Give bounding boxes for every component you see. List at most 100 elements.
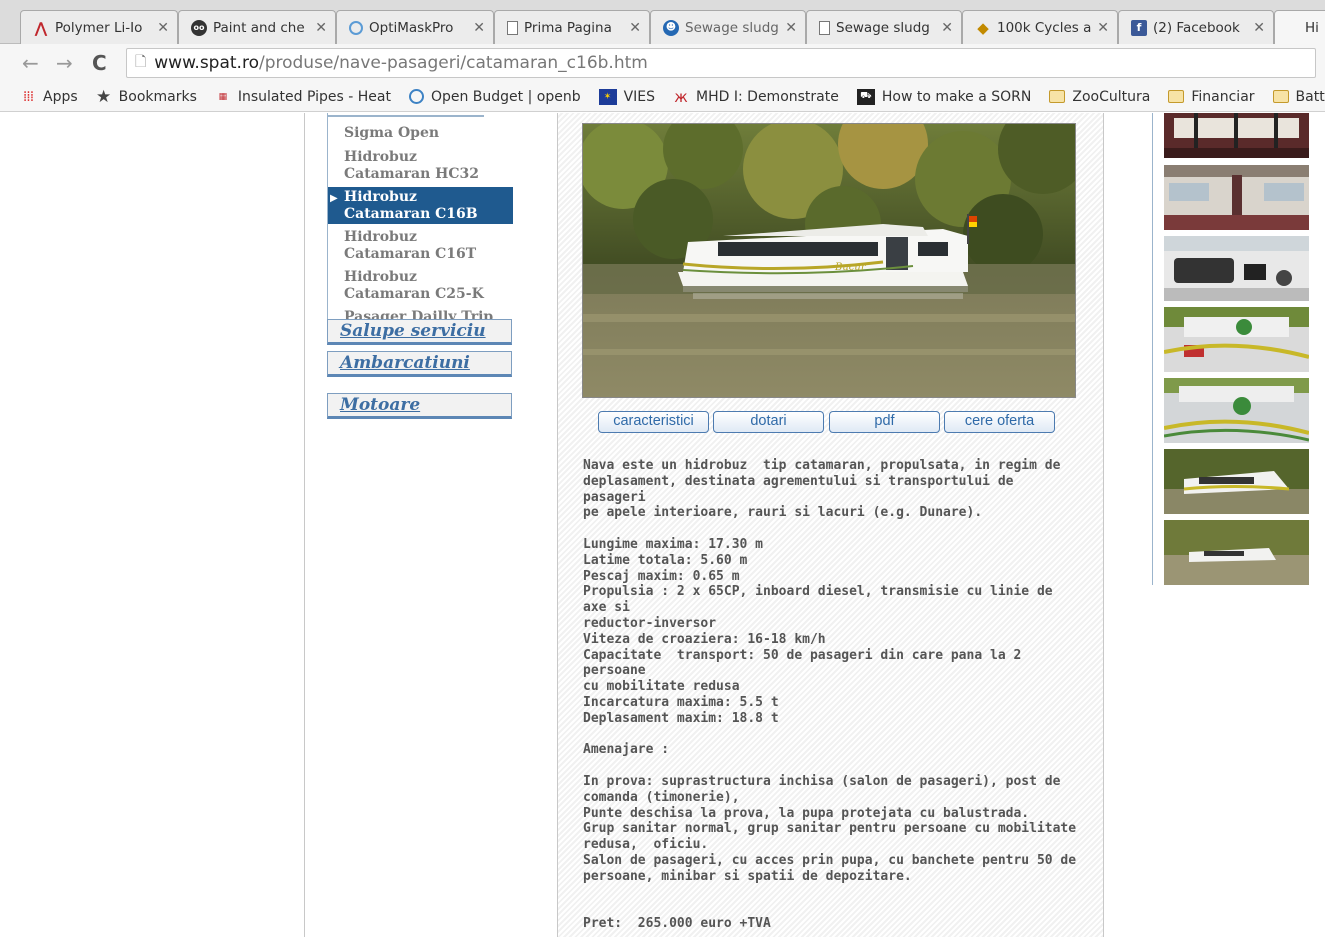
web-page: Sigma Open Hidrobuz Catamaran HC32 Hidro…	[0, 113, 1325, 937]
tab-title: Prima Pagina	[524, 19, 612, 36]
car-icon: ⛟	[856, 88, 875, 105]
page-icon	[819, 20, 830, 35]
facebook-icon: f	[1131, 19, 1147, 36]
thumbnail-5[interactable]	[1164, 449, 1309, 514]
back-arrow-icon[interactable]: ←	[22, 51, 39, 75]
category-ambarcatiuni[interactable]: Ambarcatiuni	[327, 351, 512, 377]
tab-0[interactable]: ⋀ Polymer Li-Io ✕	[20, 10, 178, 44]
thumbnail-1[interactable]	[1164, 165, 1309, 230]
bookmark-label: Insulated Pipes - Heat	[237, 88, 391, 105]
product-submenu: Sigma Open Hidrobuz Catamaran HC32 Hidro…	[327, 113, 513, 327]
close-icon[interactable]: ✕	[315, 20, 327, 36]
bookmark-label: Apps	[43, 88, 78, 105]
glasses-icon: oo	[191, 19, 207, 36]
tab-pdf[interactable]: pdf	[829, 411, 940, 433]
boat-name-lettering: Bucur	[834, 262, 867, 273]
bookmark-label: Bookmarks	[118, 88, 197, 105]
bookmark-label: How to make a SORN	[881, 88, 1032, 105]
bookmark-open-budget[interactable]: Open Budget | openb	[408, 88, 581, 105]
divider	[557, 113, 558, 937]
tab-3[interactable]: Prima Pagina ✕	[494, 10, 650, 44]
category-motoare[interactable]: Motoare	[327, 393, 512, 419]
boat-photo: Bucur	[582, 123, 1076, 398]
tab-cere-oferta[interactable]: cere oferta	[944, 411, 1055, 433]
close-icon[interactable]: ✕	[473, 20, 485, 36]
address-bar[interactable]: 🗋 www.spat.ro /produse/nave-pasageri/cat…	[126, 48, 1316, 78]
eu-flag-icon: ✶	[598, 88, 617, 105]
submenu-item-c16b-active[interactable]: Hidrobuz Catamaran C16B	[328, 187, 513, 224]
tab-strip: ⋀ Polymer Li-Io ✕ oo Paint and che ✕ Opt…	[0, 0, 1325, 44]
tab-title: Paint and che	[213, 19, 305, 36]
tab-title: Sewage sludg	[685, 19, 779, 36]
tab-title: (2) Facebook	[1153, 19, 1240, 36]
divider	[1103, 113, 1104, 937]
reload-icon[interactable]: C	[92, 51, 107, 75]
bookmark-battery-stuff[interactable]: Battery Stuff	[1272, 88, 1325, 105]
apps-grid-icon: ⁞⁞⁞	[22, 88, 34, 105]
tab-title: OptiMaskPro	[369, 19, 454, 36]
close-icon[interactable]: ✕	[1097, 20, 1109, 36]
submenu-item-hc32[interactable]: Hidrobuz Catamaran HC32	[328, 147, 513, 184]
pdf-red-icon: ⋀	[34, 18, 48, 37]
tab-5[interactable]: Sewage sludg ✕	[806, 10, 962, 44]
url-host: www.spat.ro	[154, 53, 259, 73]
bookmark-label: Open Budget | openb	[430, 88, 581, 105]
bookmarks-bar: ⁞⁞⁞ Apps ★ Bookmarks ▦ Insulated Pipes -…	[0, 82, 1325, 112]
bookmark-label: ZooCultura	[1072, 88, 1151, 105]
thumbnail-6[interactable]	[1164, 520, 1309, 585]
thumbnail-strip	[1152, 113, 1312, 585]
optimask-icon	[349, 20, 363, 35]
toolbox-icon: ▦	[218, 91, 228, 102]
tab-2[interactable]: OptiMaskPro ✕	[336, 10, 494, 44]
page-icon	[507, 20, 518, 35]
submenu-item-c16t[interactable]: Hidrobuz Catamaran C16T	[328, 227, 513, 264]
tab-8-active[interactable]: Hi	[1274, 10, 1325, 44]
tab-1[interactable]: oo Paint and che ✕	[178, 10, 336, 44]
category-salupe-serviciu[interactable]: Salupe serviciu	[327, 319, 512, 345]
accessibility-icon: ☻	[663, 19, 679, 36]
thumbnail-4[interactable]	[1164, 378, 1309, 443]
bookmark-vies[interactable]: ✶ VIES	[598, 88, 656, 105]
tab-7[interactable]: f (2) Facebook ✕	[1118, 10, 1274, 44]
bookmark-bookmarks[interactable]: ★ Bookmarks	[96, 87, 197, 107]
tab-4[interactable]: ☻ Sewage sludg ✕	[650, 10, 806, 44]
bookmark-insulated-pipes[interactable]: ▦ Insulated Pipes - Heat	[215, 89, 391, 105]
bookmark-label: VIES	[623, 88, 656, 105]
forward-arrow-icon[interactable]: →	[56, 51, 73, 75]
thumbnail-0[interactable]	[1164, 113, 1309, 158]
bookmark-mhd[interactable]: ж MHD I: Demonstrate	[673, 87, 839, 106]
bookmark-label: Financiar	[1191, 88, 1255, 105]
close-icon[interactable]: ✕	[1253, 20, 1265, 36]
page-info-icon[interactable]: 🗋	[135, 51, 146, 75]
submenu-item-sigma-open[interactable]: Sigma Open	[328, 123, 513, 143]
submenu-item-c25k[interactable]: Hidrobuz Catamaran C25-K	[328, 267, 513, 304]
mhd-icon: ж	[674, 87, 688, 106]
globe-icon	[408, 89, 424, 104]
close-icon[interactable]: ✕	[157, 20, 169, 36]
bookmark-label: Battery Stuff	[1295, 88, 1325, 105]
bookmark-apps[interactable]: ⁞⁞⁞ Apps	[20, 89, 78, 105]
folder-icon	[1049, 89, 1066, 105]
thumbnail-2[interactable]	[1164, 236, 1309, 301]
bookmark-financiar[interactable]: Financiar	[1168, 88, 1255, 105]
close-icon[interactable]: ✕	[941, 20, 953, 36]
tab-title: 100k Cycles a	[997, 19, 1092, 36]
tab-title: Hi	[1305, 19, 1319, 36]
close-icon[interactable]: ✕	[629, 20, 641, 36]
tab-6[interactable]: ◆ 100k Cycles a ✕	[962, 10, 1118, 44]
close-icon[interactable]: ✕	[785, 20, 797, 36]
tab-dotari[interactable]: dotari	[713, 411, 824, 433]
thumbnail-3[interactable]	[1164, 307, 1309, 372]
bookmark-label: MHD I: Demonstrate	[696, 88, 839, 105]
tab-caracteristici[interactable]: caracteristici	[598, 411, 709, 433]
tab-title: Sewage sludg	[836, 19, 930, 36]
toolbar: ← → C 🗋 www.spat.ro /produse/nave-pasage…	[0, 44, 1325, 82]
folder-icon	[1272, 89, 1289, 105]
diamond-icon: ◆	[977, 18, 989, 37]
bookmark-sorn[interactable]: ⛟ How to make a SORN	[856, 88, 1032, 105]
bookmark-zoocultura[interactable]: ZooCultura	[1049, 89, 1150, 105]
divider	[304, 113, 305, 937]
folder-icon	[1168, 89, 1185, 105]
tab-title: Polymer Li-Io	[55, 19, 143, 36]
url-path: /produse/nave-pasageri/catamaran_c16b.ht…	[258, 53, 648, 73]
